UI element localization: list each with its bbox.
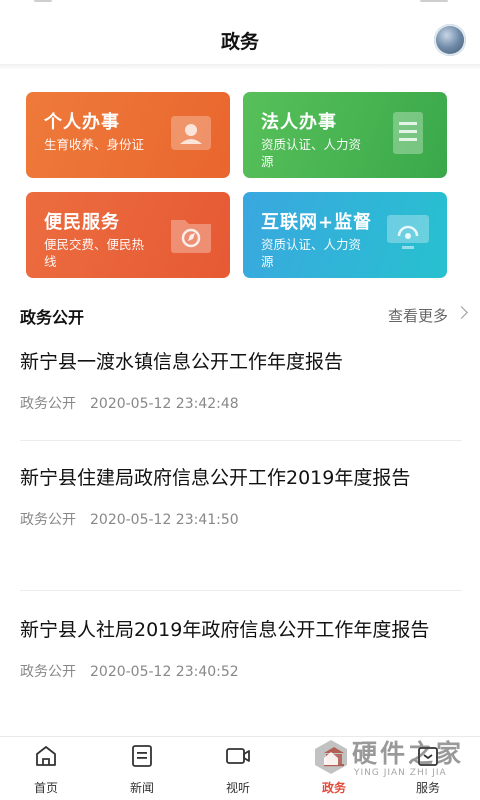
chevron-right-icon[interactable] <box>455 306 468 319</box>
tab-av[interactable]: 视听 <box>208 743 268 796</box>
tab-label: 首页 <box>33 781 58 795</box>
video-icon <box>226 748 250 764</box>
news-title[interactable]: 新宁县一渡水镇信息公开工作年度报告 <box>20 346 460 379</box>
news-time: 2020-05-12 23:41:50 <box>90 512 239 528</box>
tab-label: 政务 <box>321 781 346 795</box>
status-bar <box>0 0 480 8</box>
list-item[interactable]: 新宁县人社局2019年政府信息公开工作年度报告 政务公开 2020-05-12 2… <box>20 614 460 681</box>
card-internet-supervision[interactable]: 互联网+监督 资质认证、人力资源 <box>243 192 447 278</box>
card-legal-entity-affairs[interactable]: 法人办事 资质认证、人力资源 <box>243 92 447 178</box>
news-category: 政务公开 <box>20 396 76 412</box>
list-item[interactable]: 新宁县一渡水镇信息公开工作年度报告 政务公开 2020-05-12 23:42:4… <box>20 346 460 413</box>
news-title[interactable]: 新宁县住建局政府信息公开工作2019年度报告 <box>20 462 460 495</box>
news-meta: 政务公开 2020-05-12 23:41:50 <box>20 509 460 529</box>
news-title[interactable]: 新宁县人社局2019年政府信息公开工作年度报告 <box>20 614 460 647</box>
card-subtitle: 资质认证、人力资源 <box>261 237 362 269</box>
news-category: 政务公开 <box>20 664 76 680</box>
card-title: 法人办事 <box>261 112 337 133</box>
tab-home[interactable]: 首页 <box>16 743 76 796</box>
page-title: 政务 <box>220 31 259 53</box>
divider <box>20 590 462 591</box>
government-icon <box>324 747 344 767</box>
card-subtitle: 生育收养、身份证 <box>44 137 145 152</box>
news-time: 2020-05-12 23:40:52 <box>90 664 239 680</box>
folder-compass-icon <box>171 220 211 253</box>
card-convenience-services[interactable]: 便民服务 便民交费、便民热线 <box>26 192 230 278</box>
card-title: 互联网+监督 <box>261 212 373 233</box>
monitor-icon <box>387 215 429 249</box>
news-icon <box>132 745 152 767</box>
card-title: 便民服务 <box>44 212 120 233</box>
section-title: 政务公开 <box>20 308 85 327</box>
view-more-link[interactable]: 查看更多 <box>388 305 448 326</box>
news-meta: 政务公开 2020-05-12 23:40:52 <box>20 661 460 681</box>
news-meta: 政务公开 2020-05-12 23:42:48 <box>20 393 460 413</box>
tab-government[interactable]: 政务 <box>304 743 364 796</box>
news-time: 2020-05-12 23:42:48 <box>90 396 239 412</box>
card-title: 个人办事 <box>44 112 120 133</box>
tab-label: 视听 <box>225 781 250 795</box>
divider <box>20 440 462 441</box>
app-screen: 政务 个人办事 生育收养、身份证 法人办事 资质认证、人力资源 便民服务 便民交… <box>0 0 480 800</box>
service-icon <box>418 747 438 766</box>
tab-label: 新闻 <box>129 781 154 795</box>
card-subtitle: 资质认证、人力资源 <box>261 137 362 169</box>
section-header-government-affairs: 政务公开 查看更多 <box>20 304 468 328</box>
top-header: 政务 <box>0 8 480 66</box>
home-icon <box>36 746 56 766</box>
news-category: 政务公开 <box>20 512 76 528</box>
bottom-tab-bar: 首页 新闻 视听 政务 服务 <box>0 736 480 800</box>
tab-news[interactable]: 新闻 <box>112 743 172 796</box>
header-shadow <box>0 64 480 70</box>
avatar[interactable] <box>434 24 466 56</box>
id-card-icon <box>171 116 211 150</box>
tab-service[interactable]: 服务 <box>398 743 458 796</box>
tab-label: 服务 <box>415 781 440 795</box>
document-icon <box>393 112 423 154</box>
card-subtitle: 便民交费、便民热线 <box>44 237 145 269</box>
card-personal-affairs[interactable]: 个人办事 生育收养、身份证 <box>26 92 230 178</box>
list-item[interactable]: 新宁县住建局政府信息公开工作2019年度报告 政务公开 2020-05-12 23… <box>20 462 460 529</box>
